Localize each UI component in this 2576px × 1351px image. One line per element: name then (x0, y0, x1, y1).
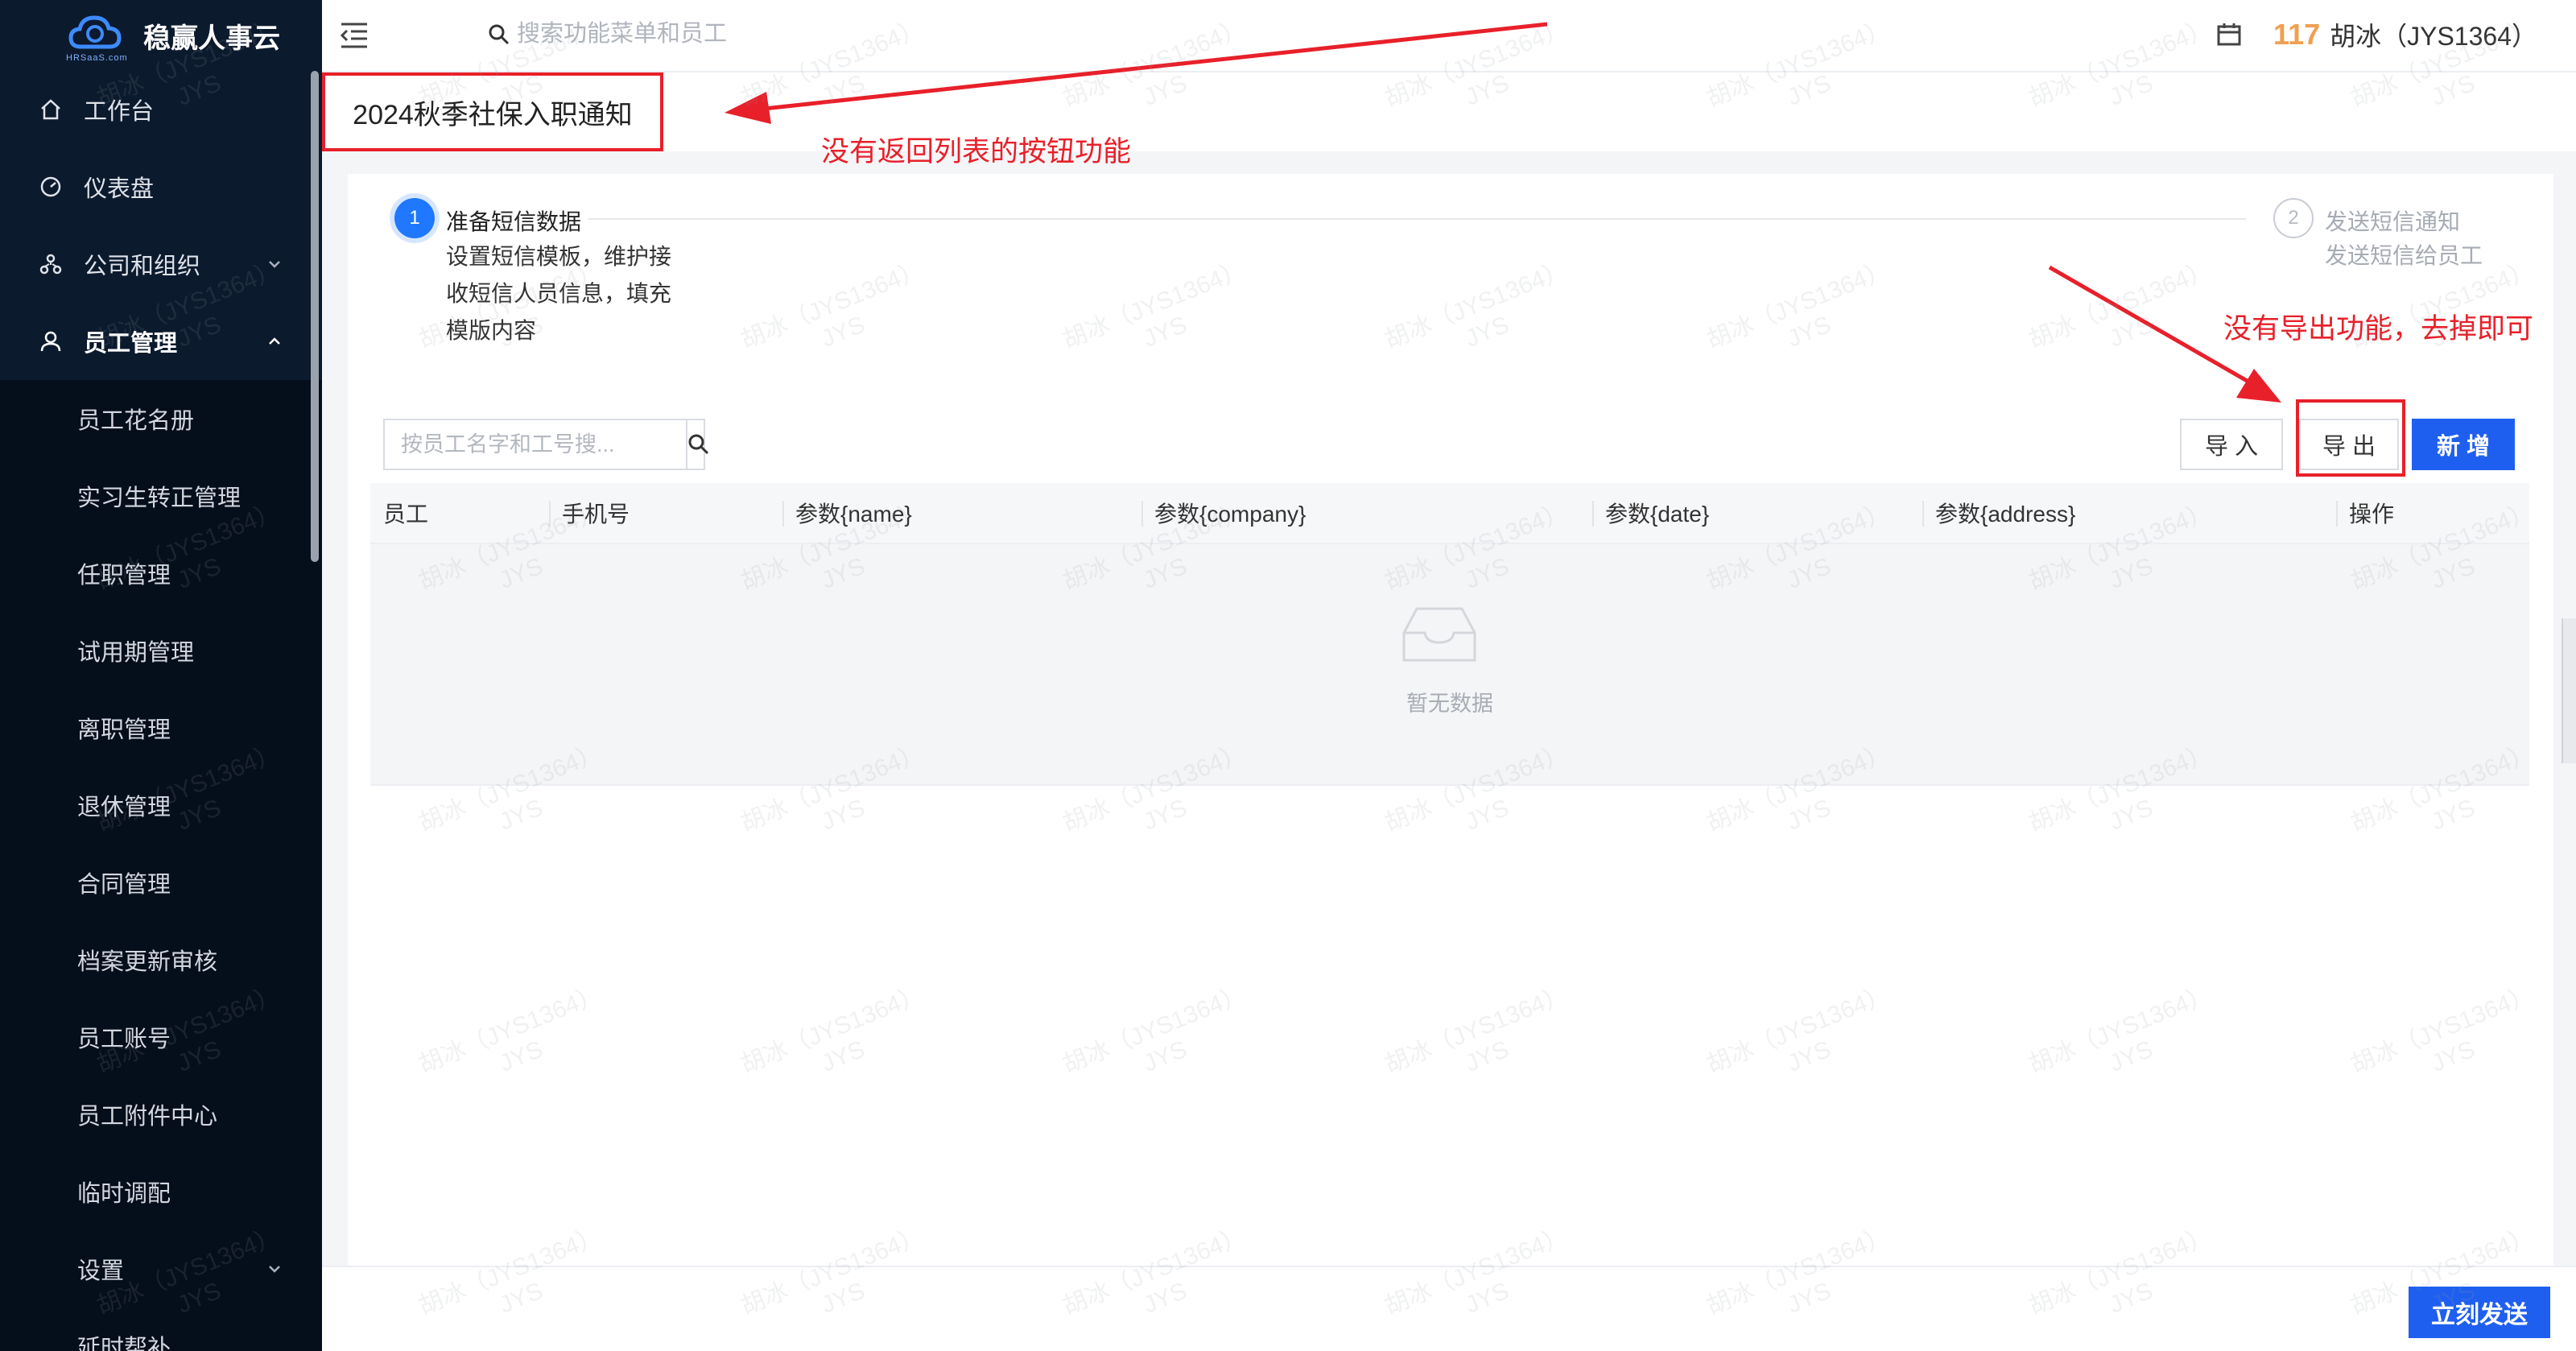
step-1-title: 准备短信数据 (446, 209, 582, 234)
submenu-item[interactable]: 实习生转正管理 (0, 457, 322, 535)
column-header: 员工 (383, 502, 429, 527)
column-header: 参数{date} (1592, 483, 1922, 543)
page-title-highlight: 2024秋季社保入职通知 (322, 72, 663, 151)
add-button[interactable]: 新 增 (2412, 419, 2515, 470)
step-1-number: 1 (394, 198, 435, 238)
employee-search-input[interactable] (385, 420, 686, 469)
logo-subtext: HRSaaS.com (66, 53, 128, 63)
empty-text: 暂无数据 (1406, 692, 1493, 716)
sidebar-item-label: 工作台 (84, 99, 155, 125)
search-icon (489, 24, 510, 44)
step-2-number: 2 (2273, 198, 2314, 238)
cloud-logo-icon (68, 15, 122, 49)
points-badge[interactable]: 117 (2273, 18, 2320, 52)
column-header: 参数{company} (1141, 483, 1592, 543)
page-title: 2024秋季社保入职通知 (353, 99, 633, 130)
global-search-input[interactable] (517, 21, 855, 48)
annotation-no-export: 没有导出功能，去掉即可 (2223, 313, 2534, 345)
logo-text: 稳赢人事云 (143, 23, 280, 54)
send-now-button[interactable]: 立刻发送 (2409, 1287, 2550, 1338)
sidebar-item-workbench[interactable]: 工作台 (0, 71, 322, 148)
search-icon (688, 434, 709, 455)
column-header: 手机号 (549, 483, 782, 543)
logo[interactable]: HRSaaS.com 稳赢人事云 (0, 0, 322, 71)
step-2-title: 发送短信通知 (2325, 209, 2461, 234)
submenu-item[interactable]: 员工账号 (0, 998, 322, 1076)
submenu-item[interactable]: 员工附件中心 (0, 1076, 322, 1153)
sidebar-item-label: 员工管理 (84, 331, 178, 357)
submenu-item[interactable]: 员工花名册 (0, 380, 322, 457)
empty-inbox-icon (1402, 607, 1476, 662)
sidebar-item-employee-management[interactable]: 员工管理 (0, 303, 322, 380)
chevron-up-icon (269, 337, 280, 345)
global-search (488, 21, 855, 48)
employee-search-button[interactable] (686, 420, 710, 469)
import-button[interactable]: 导 入 (2180, 419, 2283, 470)
calendar-icon[interactable] (2215, 21, 2243, 48)
step-2-description: 发送短信给员工 (2325, 243, 2483, 268)
sidebar-scrollbar[interactable] (311, 71, 319, 562)
submenu-item[interactable]: 档案更新审核 (0, 921, 322, 998)
user-name[interactable]: 胡冰（JYS1364） (2330, 16, 2537, 53)
table-empty-state: 暂无数据 (370, 544, 2529, 786)
side-tab-edge[interactable] (2562, 618, 2576, 763)
step-1-description: 设置短信模板，维护接收短信人员信息，填充模版内容 (446, 244, 672, 343)
submenu-item[interactable]: 延时帮补 (0, 1308, 322, 1351)
sidebar-item-label: 仪表盘 (84, 176, 155, 202)
table-header: 员工 手机号 参数{name} 参数{company} 参数{date} 参数{… (370, 483, 2529, 544)
sidebar-item-org[interactable]: 公司和组织 (0, 225, 322, 303)
logo-mark: HRSaaS.com (66, 11, 128, 63)
submenu-item[interactable]: 退休管理 (0, 766, 322, 844)
employee-filter (383, 419, 709, 470)
user-icon (37, 328, 64, 355)
submenu-item[interactable]: 离职管理 (0, 689, 322, 766)
annotation-no-back-button: 没有返回列表的按钮功能 (821, 136, 1132, 167)
sidebar: HRSaaS.com 稳赢人事云 工作台 仪表盘 公司和组织 员工管理 员工花名… (0, 0, 322, 1351)
submenu-item-label: 设置 (77, 1258, 125, 1284)
column-header: 参数{address} (1922, 483, 2336, 543)
chevron-down-icon (269, 1266, 280, 1273)
menu-collapse-icon[interactable] (338, 21, 370, 50)
page-header: 2024秋季社保入职通知 (322, 72, 2576, 151)
org-icon (37, 250, 64, 278)
column-header: 操作 (2336, 483, 2529, 543)
sidebar-item-label: 公司和组织 (84, 254, 201, 279)
submenu-item[interactable]: 临时调配 (0, 1153, 322, 1230)
topbar: 117 胡冰（JYS1364） (322, 0, 2576, 72)
submenu-item-settings[interactable]: 设置 (0, 1230, 322, 1308)
dashboard-icon (37, 173, 64, 200)
employee-submenu: 员工花名册 实习生转正管理 任职管理 试用期管理 离职管理 退休管理 合同管理 … (0, 380, 322, 1351)
submenu-item[interactable]: 合同管理 (0, 844, 322, 921)
chevron-down-icon (269, 261, 280, 268)
content-card: 1 准备短信数据 设置短信模板，维护接收短信人员信息，填充模版内容 2 发送短信… (348, 174, 2553, 1267)
steps: 1 准备短信数据 设置短信模板，维护接收短信人员信息，填充模版内容 2 发送短信… (394, 198, 2520, 359)
sidebar-item-dashboard[interactable]: 仪表盘 (0, 148, 322, 225)
column-header: 参数{name} (782, 483, 1141, 543)
export-button[interactable]: 导 出 (2299, 419, 2399, 470)
recipients-table: 员工 手机号 参数{name} 参数{company} 参数{date} 参数{… (370, 483, 2529, 786)
submenu-item[interactable]: 试用期管理 (0, 612, 322, 689)
footer-bar: 立刻发送 (322, 1266, 2576, 1351)
submenu-item[interactable]: 任职管理 (0, 535, 322, 612)
step-connector (588, 218, 2246, 220)
user-area: 117 胡冰（JYS1364） (2215, 16, 2537, 53)
home-icon (37, 96, 64, 123)
